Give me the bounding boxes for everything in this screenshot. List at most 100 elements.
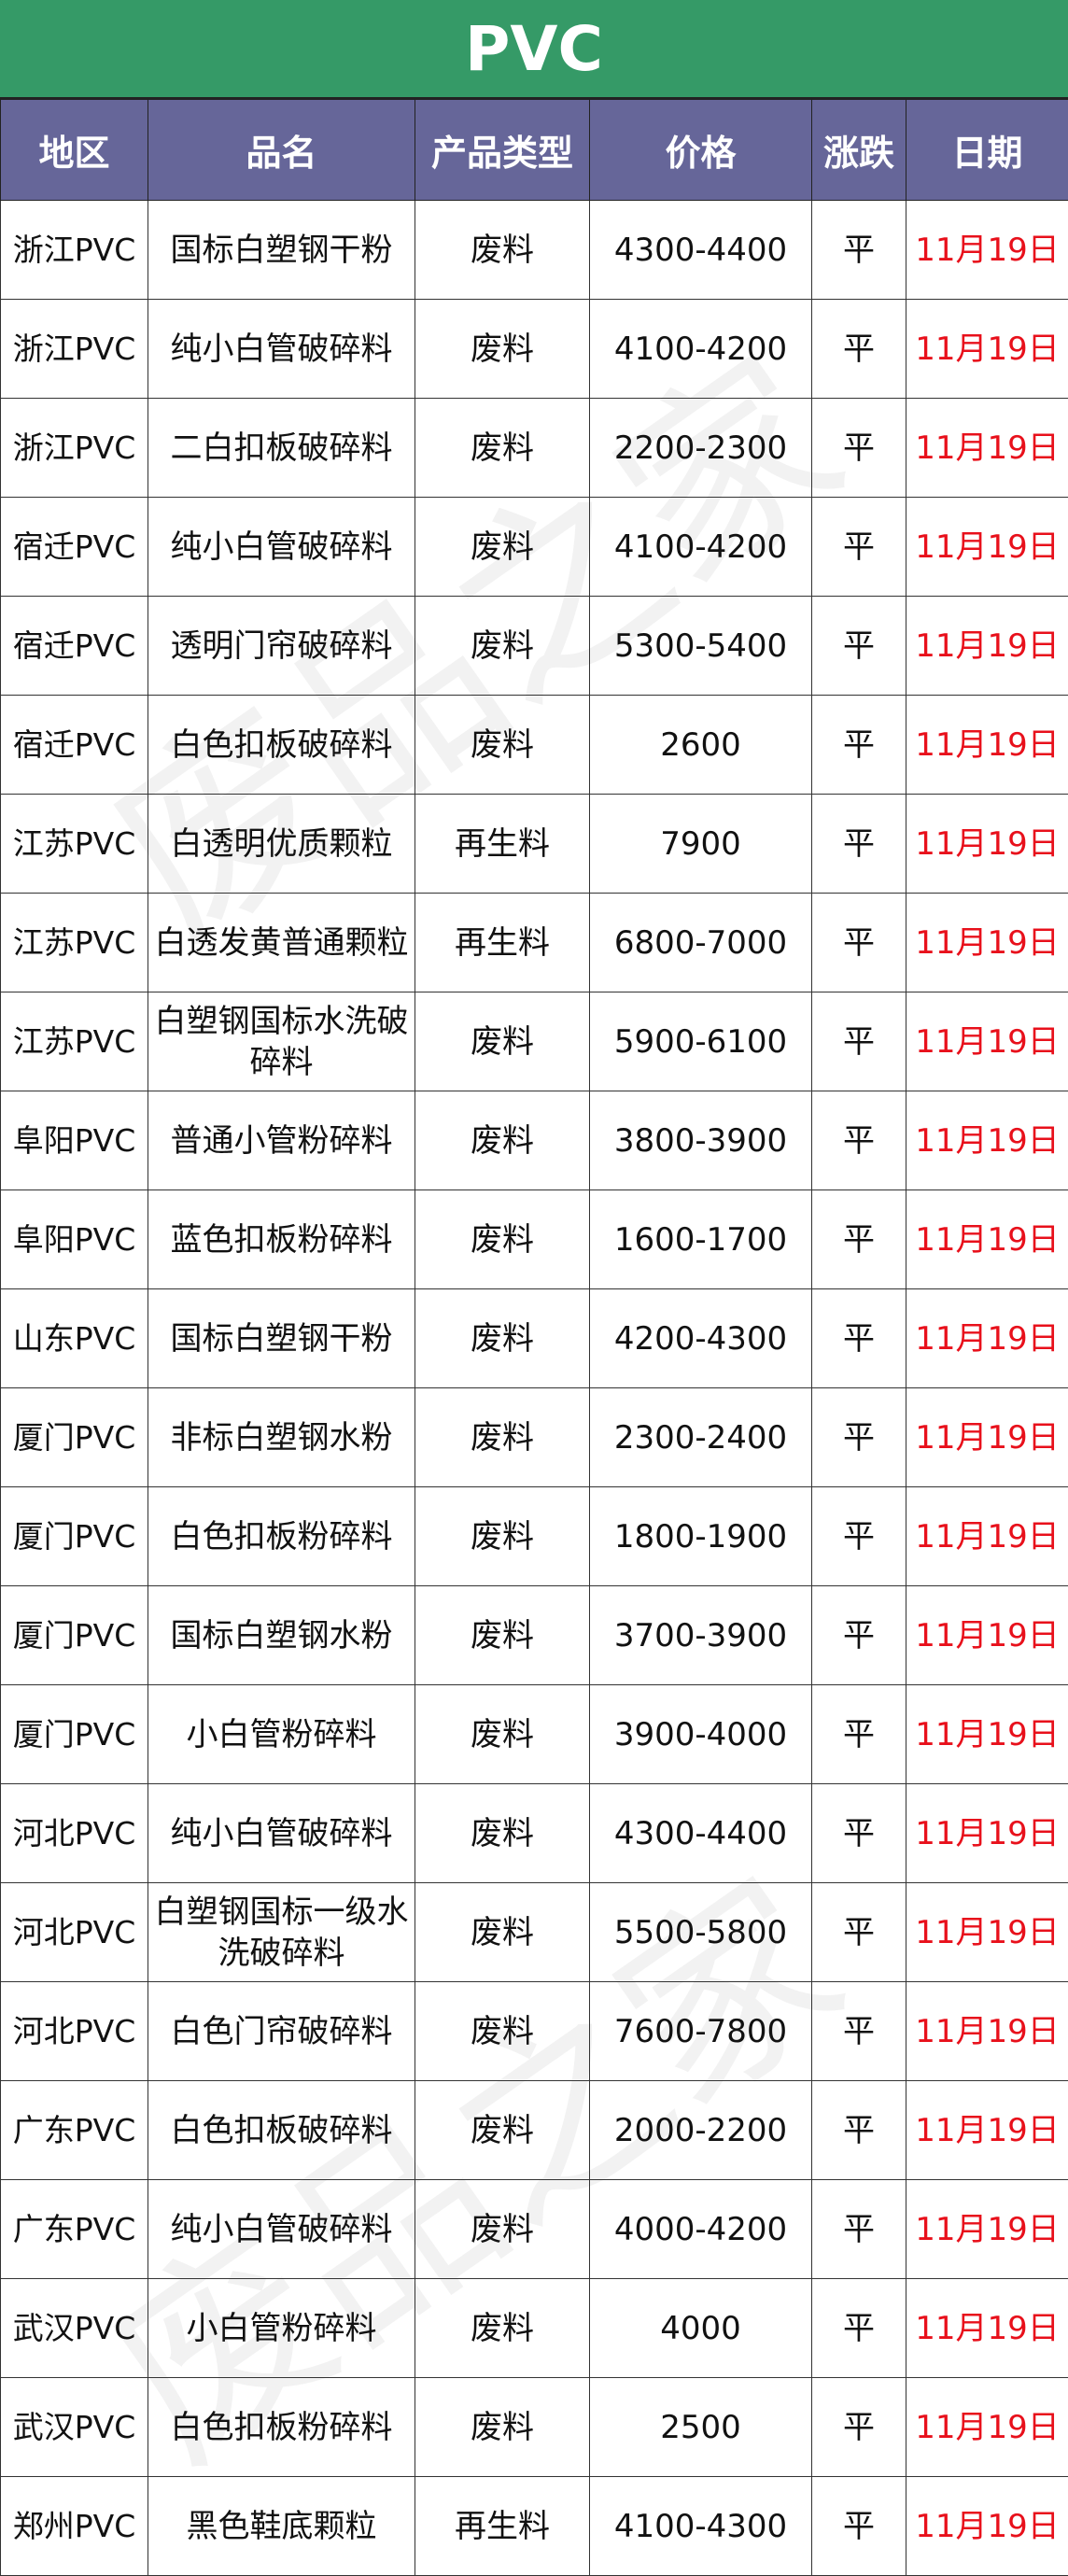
- cell-region: 宿迁PVC: [1, 597, 148, 696]
- cell-date: 11月19日: [906, 1685, 1068, 1784]
- cell-change: 平: [812, 597, 906, 696]
- cell-region: 阜阳PVC: [1, 1091, 148, 1190]
- cell-product-type: 废料: [415, 1091, 590, 1190]
- cell-product-name: 黑色鞋底颗粒: [148, 2477, 415, 2576]
- cell-price: 4100-4200: [590, 498, 812, 597]
- cell-product-type: 废料: [415, 1487, 590, 1586]
- cell-product-name: 白塑钢国标水洗破碎料: [148, 992, 415, 1091]
- cell-region: 江苏PVC: [1, 894, 148, 992]
- cell-region: 江苏PVC: [1, 992, 148, 1091]
- cell-region: 广东PVC: [1, 2081, 148, 2180]
- header-region: 地区: [1, 100, 148, 201]
- cell-region: 河北PVC: [1, 1982, 148, 2081]
- cell-change: 平: [812, 1586, 906, 1685]
- cell-change: 平: [812, 498, 906, 597]
- cell-region: 宿迁PVC: [1, 498, 148, 597]
- cell-price: 3800-3900: [590, 1091, 812, 1190]
- cell-date: 11月19日: [906, 894, 1068, 992]
- cell-product-name: 蓝色扣板粉碎料: [148, 1190, 415, 1289]
- cell-price: 5900-6100: [590, 992, 812, 1091]
- table-row: 武汉PVC白色扣板粉碎料废料2500平11月19日: [1, 2378, 1068, 2477]
- table-row: 阜阳PVC蓝色扣板粉碎料废料1600-1700平11月19日: [1, 1190, 1068, 1289]
- table-row: 浙江PVC二白扣板破碎料废料2200-2300平11月19日: [1, 399, 1068, 498]
- cell-price: 4300-4400: [590, 1784, 812, 1883]
- cell-product-type: 废料: [415, 1289, 590, 1388]
- cell-region: 浙江PVC: [1, 300, 148, 399]
- cell-product-type: 废料: [415, 201, 590, 300]
- cell-date: 11月19日: [906, 1883, 1068, 1982]
- table-row: 宿迁PVC白色扣板破碎料废料2600平11月19日: [1, 696, 1068, 795]
- cell-product-name: 国标白塑钢水粉: [148, 1586, 415, 1685]
- cell-product-type: 废料: [415, 696, 590, 795]
- cell-change: 平: [812, 201, 906, 300]
- header-price: 价格: [590, 100, 812, 201]
- cell-product-type: 废料: [415, 1982, 590, 2081]
- cell-price: 1800-1900: [590, 1487, 812, 1586]
- table-row: 宿迁PVC透明门帘破碎料废料5300-5400平11月19日: [1, 597, 1068, 696]
- cell-date: 11月19日: [906, 2477, 1068, 2576]
- cell-region: 山东PVC: [1, 1289, 148, 1388]
- cell-product-name: 白透明优质颗粒: [148, 795, 415, 894]
- cell-change: 平: [812, 2477, 906, 2576]
- header-change: 涨跌: [812, 100, 906, 201]
- cell-date: 11月19日: [906, 2081, 1068, 2180]
- table-row: 河北PVC纯小白管破碎料废料4300-4400平11月19日: [1, 1784, 1068, 1883]
- cell-product-name: 纯小白管破碎料: [148, 2180, 415, 2279]
- cell-change: 平: [812, 300, 906, 399]
- header-name: 品名: [148, 100, 415, 201]
- table-row: 阜阳PVC普通小管粉碎料废料3800-3900平11月19日: [1, 1091, 1068, 1190]
- cell-date: 11月19日: [906, 992, 1068, 1091]
- cell-region: 浙江PVC: [1, 201, 148, 300]
- cell-change: 平: [812, 1685, 906, 1784]
- cell-change: 平: [812, 1388, 906, 1487]
- table-row: 宿迁PVC纯小白管破碎料废料4100-4200平11月19日: [1, 498, 1068, 597]
- header-row: 地区 品名 产品类型 价格 涨跌 日期: [1, 100, 1068, 201]
- cell-region: 厦门PVC: [1, 1487, 148, 1586]
- cell-product-name: 白透发黄普通颗粒: [148, 894, 415, 992]
- cell-price: 5300-5400: [590, 597, 812, 696]
- cell-price: 4100-4300: [590, 2477, 812, 2576]
- cell-price: 2500: [590, 2378, 812, 2477]
- cell-date: 11月19日: [906, 300, 1068, 399]
- table-row: 广东PVC纯小白管破碎料废料4000-4200平11月19日: [1, 2180, 1068, 2279]
- cell-product-name: 白色扣板粉碎料: [148, 1487, 415, 1586]
- cell-price: 4300-4400: [590, 201, 812, 300]
- cell-date: 11月19日: [906, 1289, 1068, 1388]
- table-row: 江苏PVC白透发黄普通颗粒再生料6800-7000平11月19日: [1, 894, 1068, 992]
- price-table: 地区 品名 产品类型 价格 涨跌 日期 浙江PVC国标白塑钢干粉废料4300-4…: [0, 99, 1068, 2576]
- cell-price: 2200-2300: [590, 399, 812, 498]
- cell-price: 7600-7800: [590, 1982, 812, 2081]
- cell-price: 2600: [590, 696, 812, 795]
- cell-change: 平: [812, 1784, 906, 1883]
- cell-region: 阜阳PVC: [1, 1190, 148, 1289]
- table-row: 河北PVC白色门帘破碎料废料7600-7800平11月19日: [1, 1982, 1068, 2081]
- cell-region: 宿迁PVC: [1, 696, 148, 795]
- cell-date: 11月19日: [906, 1388, 1068, 1487]
- cell-date: 11月19日: [906, 795, 1068, 894]
- cell-product-name: 国标白塑钢干粉: [148, 201, 415, 300]
- cell-change: 平: [812, 1289, 906, 1388]
- header-type: 产品类型: [415, 100, 590, 201]
- table-row: 浙江PVC纯小白管破碎料废料4100-4200平11月19日: [1, 300, 1068, 399]
- cell-product-name: 透明门帘破碎料: [148, 597, 415, 696]
- cell-date: 11月19日: [906, 1487, 1068, 1586]
- table-row: 江苏PVC白塑钢国标水洗破碎料废料5900-6100平11月19日: [1, 992, 1068, 1091]
- cell-product-name: 纯小白管破碎料: [148, 1784, 415, 1883]
- cell-change: 平: [812, 2279, 906, 2378]
- cell-change: 平: [812, 1487, 906, 1586]
- cell-product-type: 废料: [415, 1685, 590, 1784]
- cell-date: 11月19日: [906, 1784, 1068, 1883]
- cell-change: 平: [812, 1091, 906, 1190]
- cell-region: 河北PVC: [1, 1784, 148, 1883]
- cell-region: 武汉PVC: [1, 2279, 148, 2378]
- cell-change: 平: [812, 2081, 906, 2180]
- cell-region: 浙江PVC: [1, 399, 148, 498]
- table-row: 厦门PVC小白管粉碎料废料3900-4000平11月19日: [1, 1685, 1068, 1784]
- cell-product-type: 废料: [415, 300, 590, 399]
- cell-price: 2000-2200: [590, 2081, 812, 2180]
- cell-change: 平: [812, 992, 906, 1091]
- cell-price: 4200-4300: [590, 1289, 812, 1388]
- cell-price: 2300-2400: [590, 1388, 812, 1487]
- cell-price: 3900-4000: [590, 1685, 812, 1784]
- cell-change: 平: [812, 1883, 906, 1982]
